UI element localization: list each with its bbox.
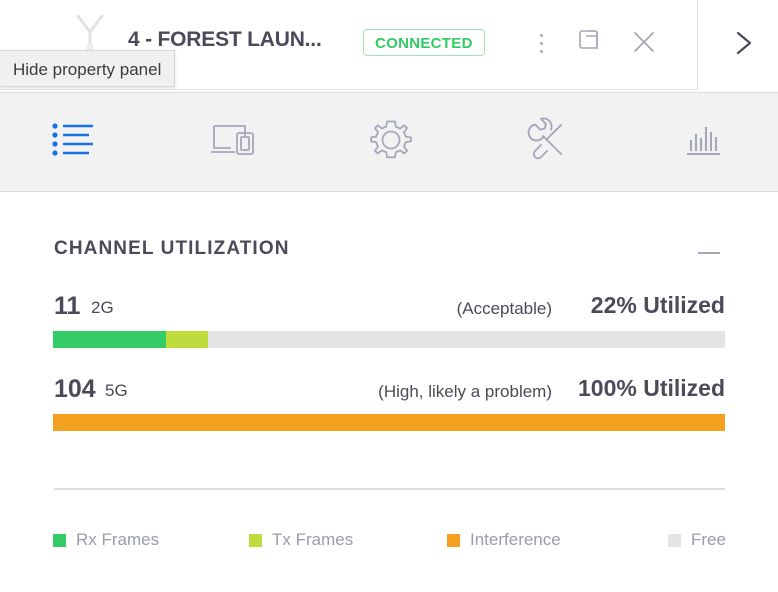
status-badge: CONNECTED: [363, 29, 485, 56]
bar-chart-icon: [680, 116, 730, 169]
chevron-right-icon[interactable]: [728, 26, 758, 60]
legend-label: Rx Frames: [76, 530, 160, 549]
devices-icon: [207, 116, 261, 169]
device-title: 4 - FOREST LAUN...: [128, 28, 322, 51]
page-title: CHANNEL UTILIZATION: [54, 238, 290, 259]
collapse-bar: [698, 252, 720, 254]
legend-divider: [54, 488, 725, 490]
channel-utilization-bar: [53, 331, 725, 348]
more-options-icon[interactable]: [532, 28, 552, 58]
tab-statistics[interactable]: [634, 93, 776, 191]
tools-icon: [522, 116, 574, 169]
bar-segment: [165, 331, 208, 348]
tab-settings[interactable]: [320, 93, 462, 191]
channel-band: 5G: [105, 381, 128, 400]
channel-utilization-value: 100% Utilized: [578, 375, 725, 401]
tab-devices[interactable]: [163, 93, 305, 191]
channel-utilization-panel: CHANNEL UTILIZATION 11 2G (Acceptable) 2…: [0, 192, 778, 592]
chart-legend: Rx Frames Tx Frames Interference Free: [0, 528, 778, 552]
legend-label: Interference: [470, 530, 561, 549]
legend-swatch: [447, 533, 460, 547]
legend-item: Rx Frames: [53, 528, 159, 552]
legend-label: Free: [691, 530, 726, 549]
channel-utilization-value: 22% Utilized: [590, 292, 725, 318]
channel-band: 2G: [91, 298, 114, 317]
close-icon[interactable]: [628, 28, 660, 58]
tab-properties-list[interactable]: [4, 93, 146, 191]
panel-toolbar: [0, 92, 778, 192]
bulleted-list-icon: [49, 116, 101, 169]
tab-tools[interactable]: [477, 93, 619, 191]
kebab-dot: [540, 34, 543, 37]
legend-item: Tx Frames: [249, 528, 353, 552]
channel-number: 11: [54, 292, 81, 320]
header-bottom-border: [0, 89, 697, 90]
legend-swatch: [53, 533, 66, 547]
channel-utilization-bar: [53, 414, 725, 431]
legend-item: Interference: [447, 528, 561, 552]
hide-property-panel-tooltip: Hide property panel: [0, 50, 176, 87]
gear-icon: [365, 115, 417, 170]
minus-collapse-icon[interactable]: [698, 246, 722, 260]
header-vertical-divider: [697, 0, 698, 90]
pop-out-window-icon[interactable]: [572, 28, 604, 58]
channel-status: (Acceptable): [456, 299, 552, 318]
legend-item: Free: [668, 528, 726, 552]
kebab-dot: [540, 42, 543, 45]
kebab-dot: [540, 50, 543, 53]
bar-segment: [53, 331, 166, 348]
legend-label: Tx Frames: [272, 530, 354, 549]
legend-swatch: [249, 533, 262, 547]
legend-swatch: [668, 533, 681, 547]
bar-segment: [53, 414, 725, 431]
channel-number: 104: [54, 375, 96, 403]
channel-status: (High, likely a problem): [378, 382, 552, 401]
